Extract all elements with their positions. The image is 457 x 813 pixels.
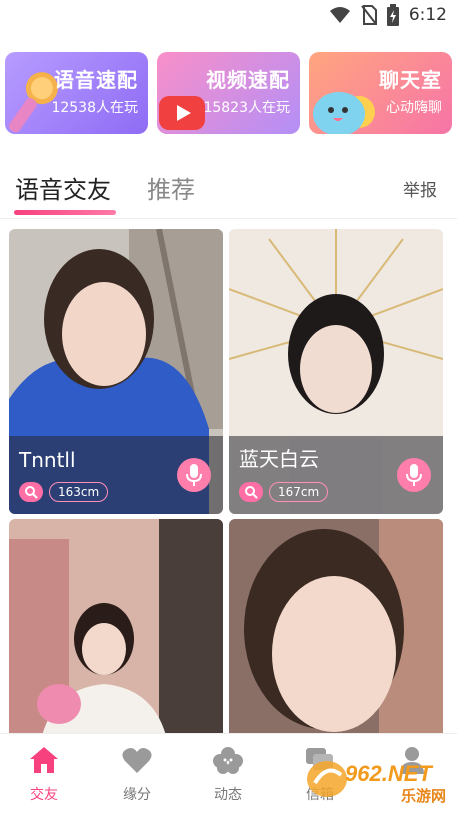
heart-icon [122,748,152,773]
microphone-icon [186,464,202,486]
female-icon [19,482,43,502]
profile-photo [229,519,443,749]
video-match-card[interactable]: 视频速配 15823人在玩 [157,52,300,134]
tab-active-indicator [14,210,116,215]
profile-height: 163cm [49,482,109,502]
status-time: 6:12 [408,5,447,25]
status-bar: 6:12 [0,0,457,30]
nav-label: 交友 [30,787,58,803]
report-button[interactable]: 举报 [403,176,437,201]
watermark-logo: 962.NET 乐游网 [307,761,446,803]
profile-card[interactable]: Tnntll 163cm [9,229,223,514]
tab-bar: 语音交友 推荐 举报 [0,160,457,220]
tab-recommend[interactable]: 推荐 [147,170,195,205]
nav-label: 动态 [214,787,242,803]
flower-icon [213,747,243,774]
profile-card[interactable] [229,519,443,749]
svg-text:962.NET: 962.NET [345,761,433,786]
voice-call-button[interactable] [177,458,211,492]
voice-match-card[interactable]: 语音速配 12538人在玩 [5,52,148,134]
no-sim-icon [361,5,377,25]
nav-item-fate[interactable]: 缘分 [107,746,167,804]
microphone-icon [406,464,422,486]
voice-match-subtitle: 12538人在玩 [51,100,138,116]
profile-name: Tnntll [19,448,76,472]
profile-photo [9,519,223,749]
svg-text:乐游网: 乐游网 [401,787,446,803]
profile-grid: Tnntll 163cm 蓝天白云 167cm [9,229,444,749]
voice-match-title: 语音速配 [54,68,138,92]
tab-voice-friends[interactable]: 语音交友 [15,170,111,205]
feature-cards: 语音速配 12538人在玩 视频速配 15823人在玩 聊天室 心动嗨聊 [5,52,452,134]
female-icon [239,482,263,502]
profile-height: 167cm [269,482,329,502]
video-match-title: 视频速配 [206,68,290,92]
chat-room-title: 聊天室 [379,68,442,92]
chat-room-subtitle: 心动嗨聊 [386,100,442,116]
status-icons: 6:12 [329,4,447,26]
profile-name: 蓝天白云 [239,447,319,471]
video-match-subtitle: 15823人在玩 [203,100,290,116]
chat-room-card[interactable]: 聊天室 心动嗨聊 [309,52,452,134]
nav-item-friends[interactable]: 交友 [14,746,74,804]
profile-card[interactable]: 蓝天白云 167cm [229,229,443,514]
wifi-icon [329,7,350,23]
tabs-divider [0,218,457,219]
nav-item-moments[interactable]: 动态 [198,746,258,804]
profile-card[interactable] [9,519,223,749]
home-icon [30,747,58,773]
nav-label: 缘分 [123,787,151,803]
battery-icon [386,4,399,26]
smile-bubble-icon [313,92,375,134]
voice-call-button[interactable] [397,458,431,492]
